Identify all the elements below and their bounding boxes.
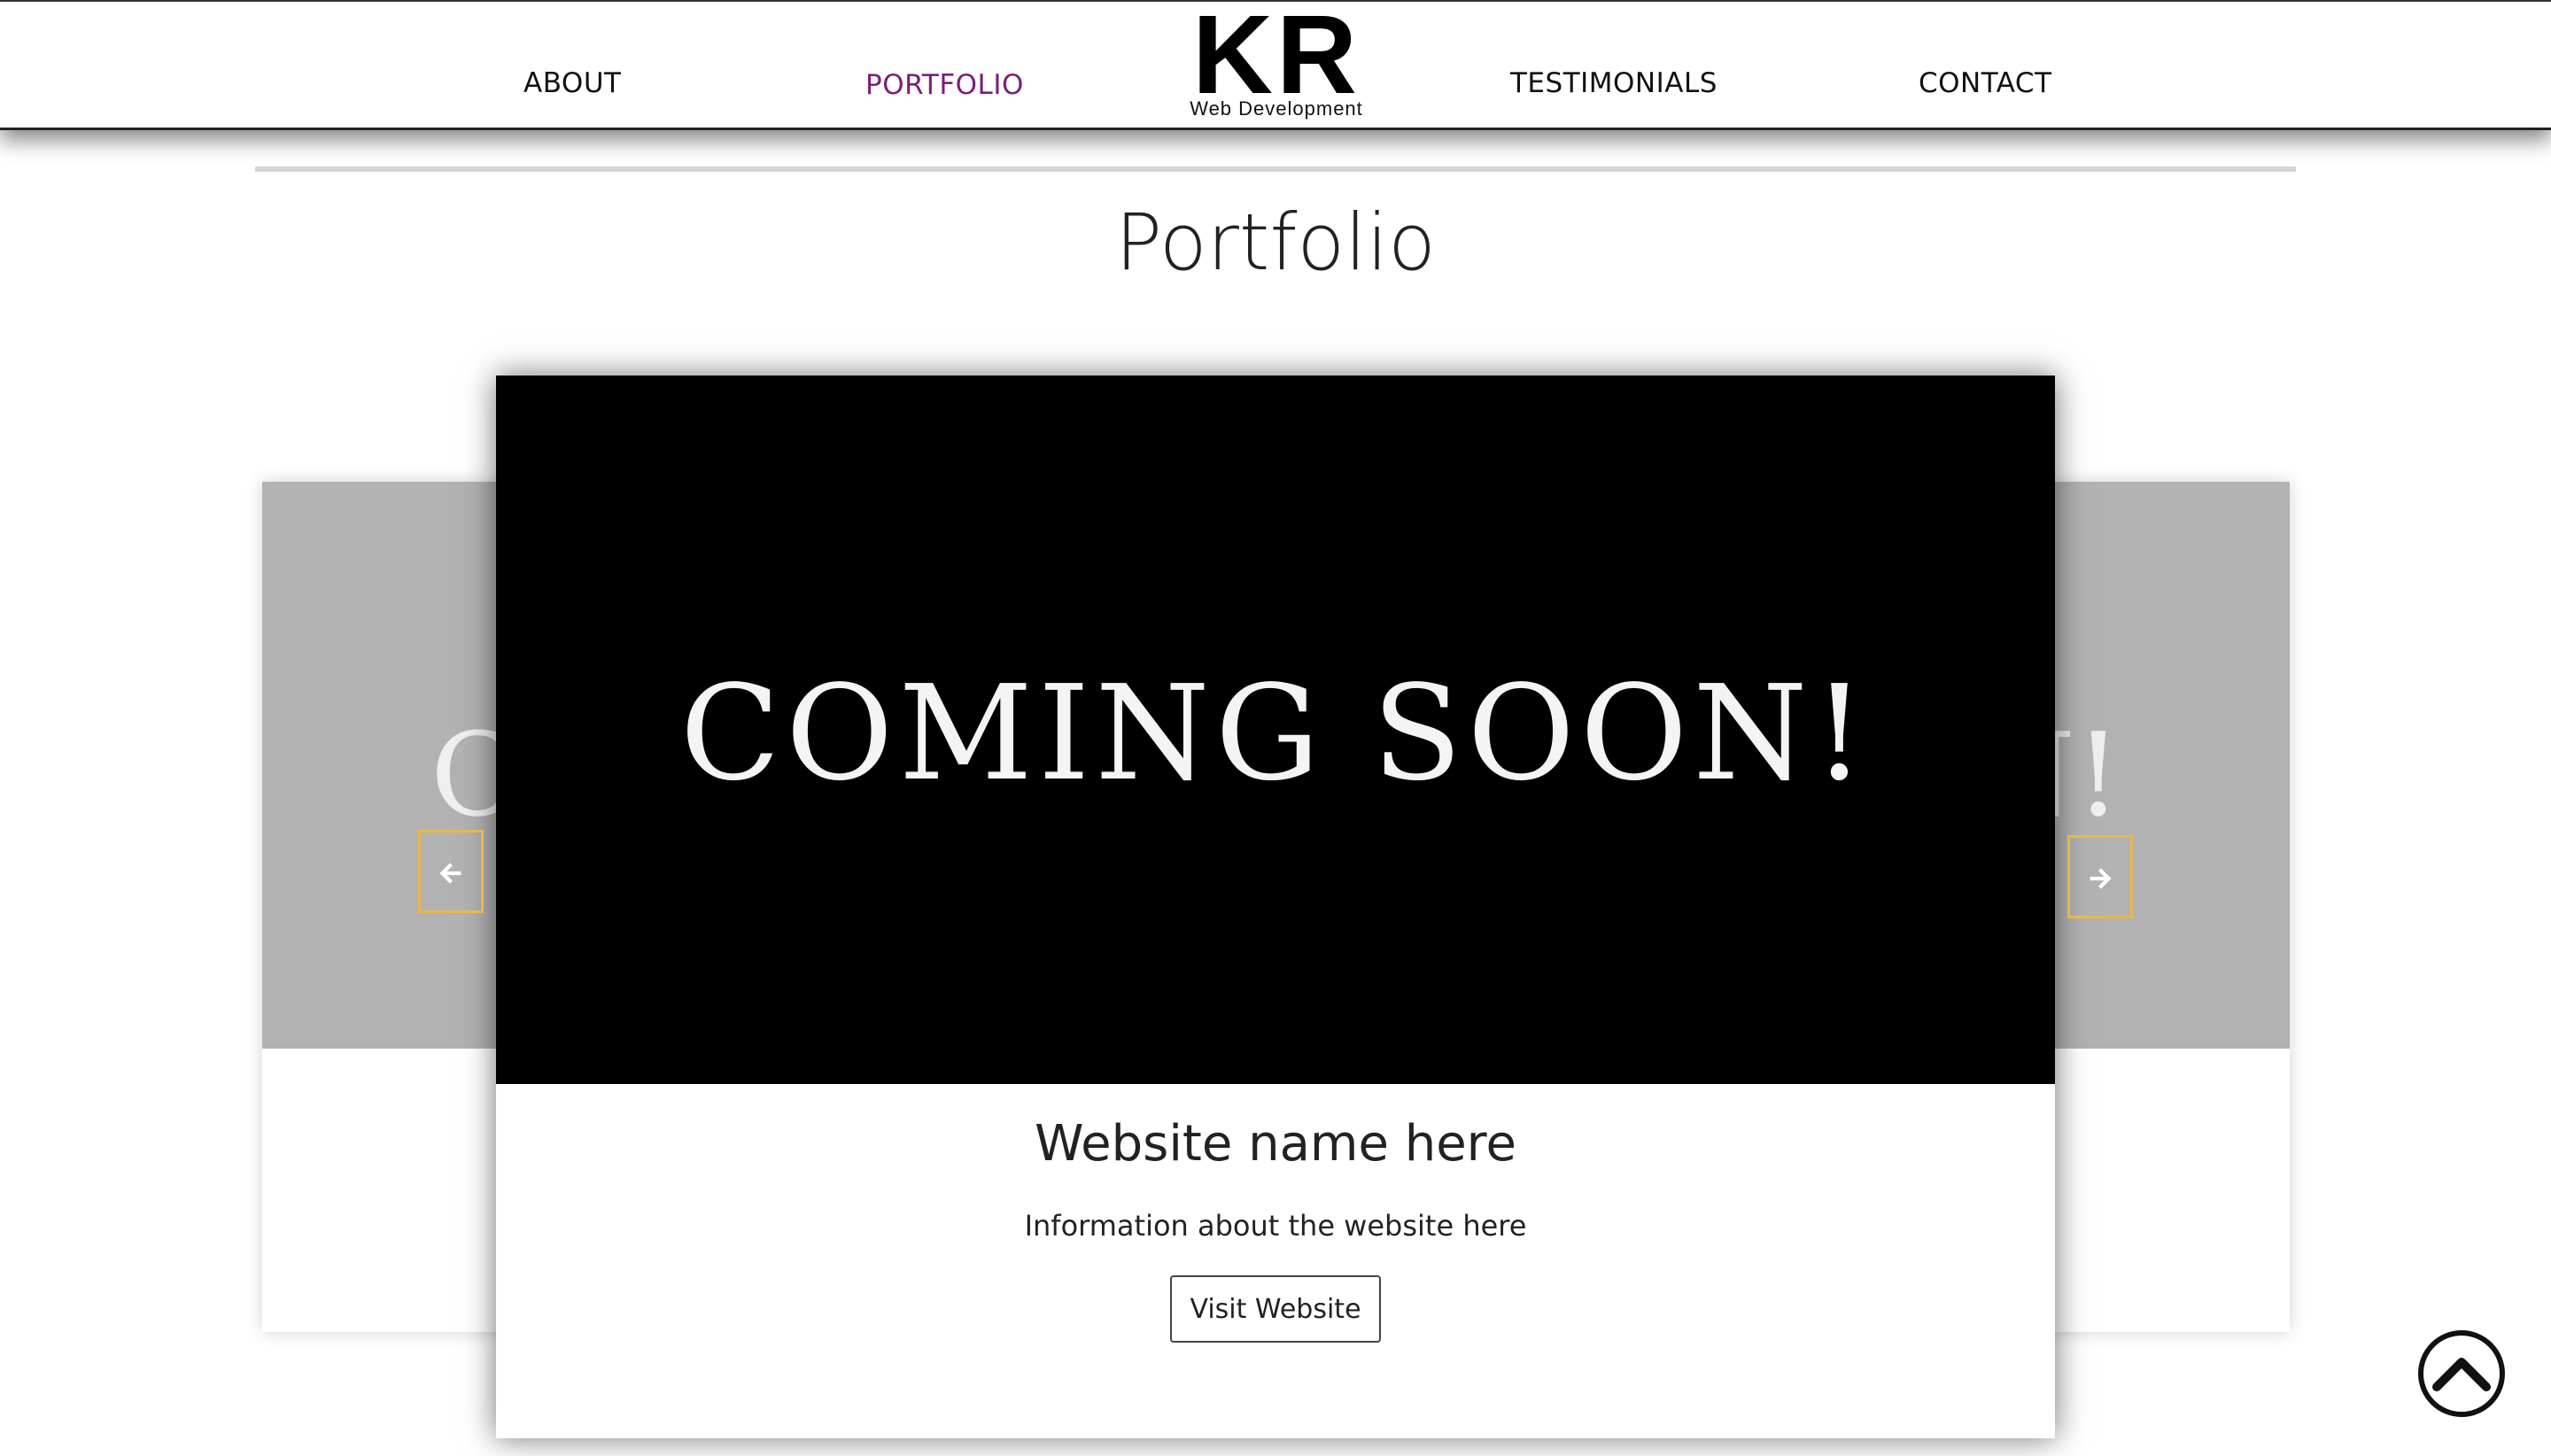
- section-divider: [255, 167, 2296, 172]
- nav-about[interactable]: ABOUT: [523, 67, 621, 99]
- nav-testimonials[interactable]: TESTIMONIALS: [1510, 67, 1717, 99]
- site-header: ABOUT PORTFOLIO KR Web Development TESTI…: [0, 0, 2551, 130]
- slide-image-text: COMING SOON!: [679, 657, 1872, 809]
- chevron-up-circle-icon: [2418, 1330, 2505, 1417]
- carousel-prev-button[interactable]: [418, 830, 484, 913]
- arrow-left-icon: [439, 863, 461, 885]
- logo-mark: KR: [1192, 0, 1361, 117]
- nav-contact[interactable]: CONTACT: [1919, 67, 2052, 99]
- slide-info: Information about the website here: [1024, 1209, 1527, 1243]
- carousel-slide-active: COMING SOON! Website name here Informati…: [496, 376, 2055, 1438]
- slide-image: COMING SOON!: [496, 376, 2055, 1084]
- carousel-next-button[interactable]: [2067, 835, 2133, 918]
- logo-subtitle: Web Development: [1190, 97, 1363, 120]
- page-title: Portfolio: [1114, 197, 1436, 288]
- logo[interactable]: KR Web Development: [1174, 0, 1379, 119]
- nav-portfolio[interactable]: PORTFOLIO: [865, 69, 1024, 101]
- arrow-right-icon: [2090, 868, 2112, 890]
- back-to-top-button[interactable]: [2416, 1330, 2551, 1452]
- slide-title: Website name here: [1035, 1115, 1516, 1173]
- visit-website-button[interactable]: Visit Website: [1170, 1275, 1381, 1343]
